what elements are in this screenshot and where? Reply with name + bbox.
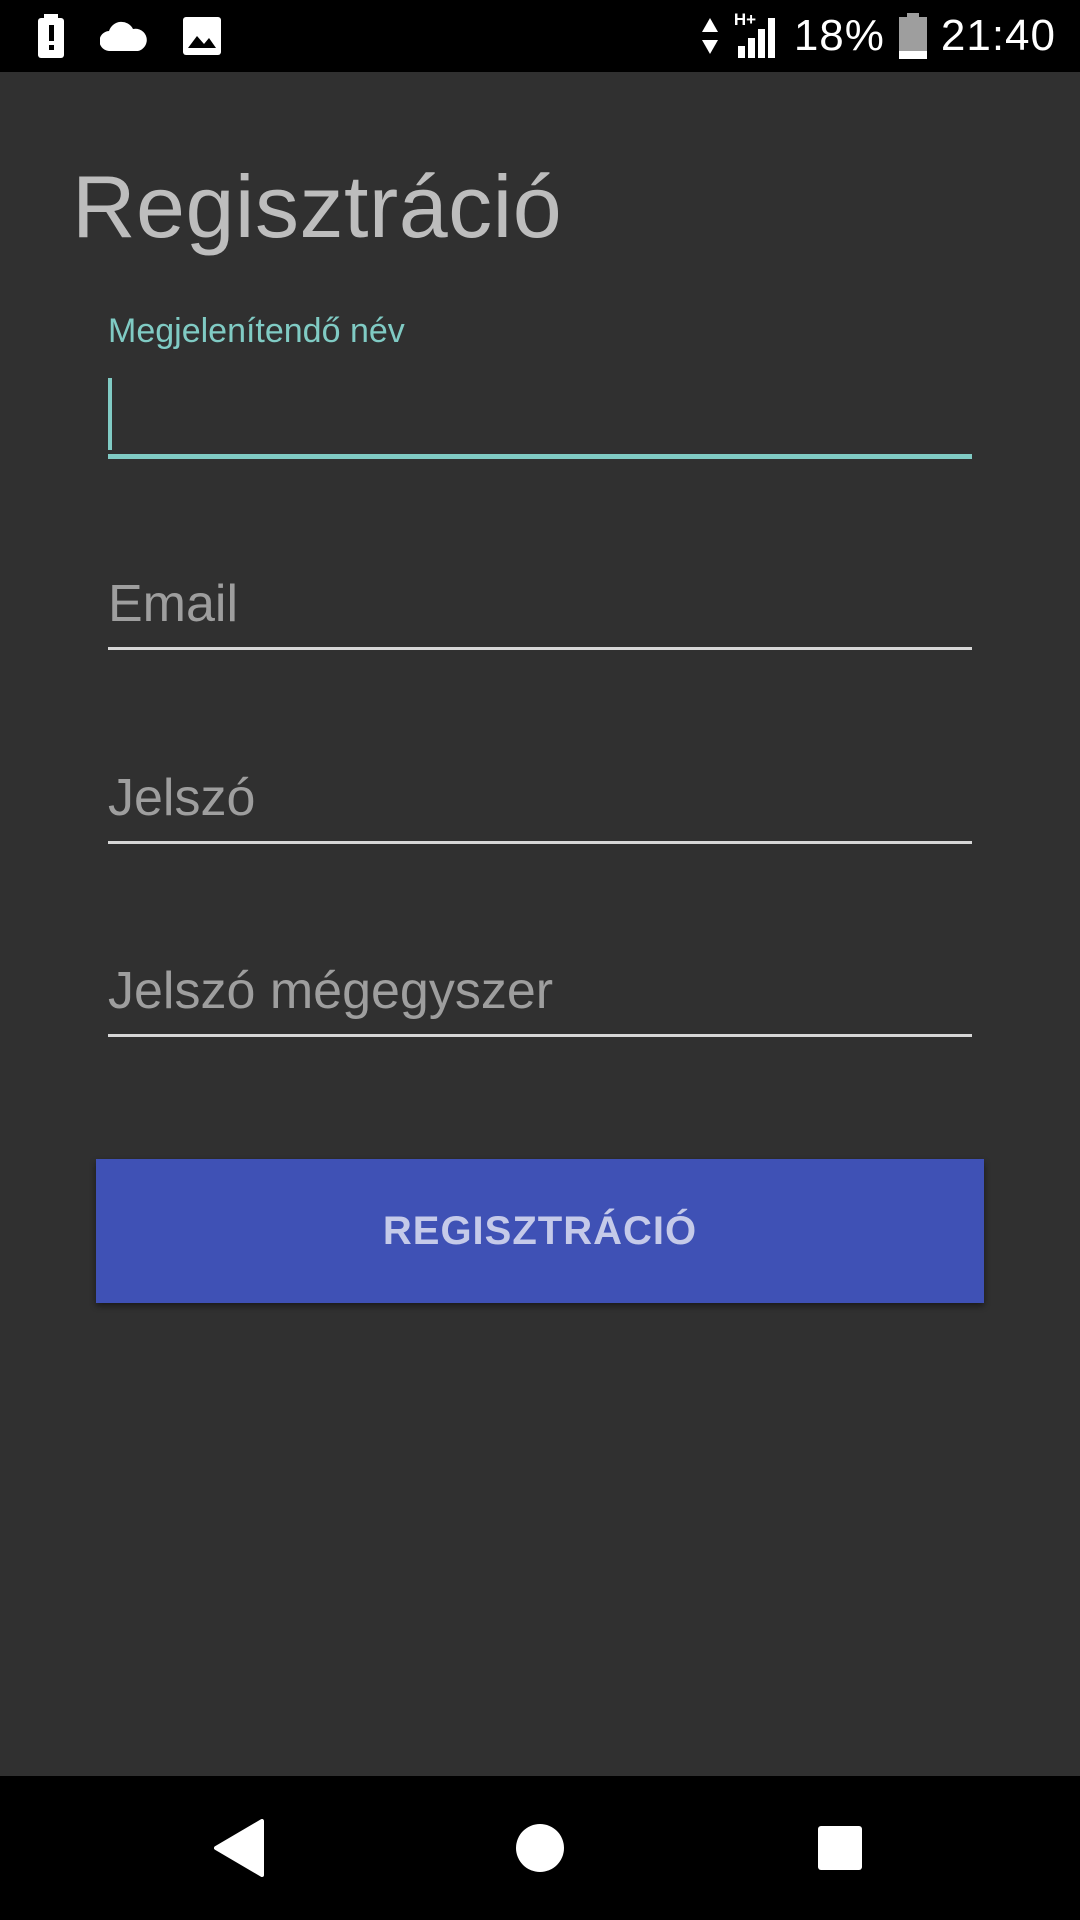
battery-icon	[898, 13, 927, 59]
data-arrows-icon	[700, 16, 720, 56]
clock: 21:40	[940, 11, 1056, 60]
battery-percent: 18%	[793, 11, 885, 60]
cloud-icon	[100, 21, 148, 51]
network-type-label: H+	[733, 10, 757, 29]
password-confirm-underline	[108, 1034, 972, 1037]
back-button[interactable]	[160, 1776, 320, 1920]
display-name-label: Megjelenítendő név	[108, 312, 405, 350]
display-name-underline	[108, 454, 972, 459]
display-name-input[interactable]	[108, 374, 972, 454]
password-field[interactable]: Jelszó	[108, 754, 972, 846]
signal-icon: H+	[734, 10, 780, 58]
home-button[interactable]	[460, 1776, 620, 1920]
email-field[interactable]: Email	[108, 560, 972, 652]
password-underline	[108, 841, 972, 844]
alert-icon	[36, 14, 66, 58]
home-icon	[515, 1823, 565, 1873]
registration-screen: H+ 18% 21:40 Regisztráció Megjelenítendő…	[0, 0, 1080, 1920]
recents-icon	[817, 1825, 863, 1871]
page-title: Regisztráció	[72, 157, 563, 256]
register-button[interactable]: REGISZTRÁCIÓ	[96, 1159, 984, 1303]
status-bar: H+ 18% 21:40	[0, 0, 1080, 72]
register-button-label: REGISZTRÁCIÓ	[382, 1208, 698, 1253]
password-placeholder: Jelszó	[108, 769, 256, 827]
navigation-bar	[0, 1776, 1080, 1920]
email-placeholder: Email	[108, 575, 239, 633]
back-icon	[214, 1819, 266, 1877]
email-underline	[108, 647, 972, 650]
password-confirm-placeholder: Jelszó mégegyszer	[108, 962, 554, 1020]
recents-button[interactable]	[760, 1776, 920, 1920]
password-confirm-field[interactable]: Jelszó mégegyszer	[108, 947, 972, 1039]
display-name-field[interactable]: Megjelenítendő név	[108, 312, 972, 462]
image-icon	[182, 16, 222, 56]
